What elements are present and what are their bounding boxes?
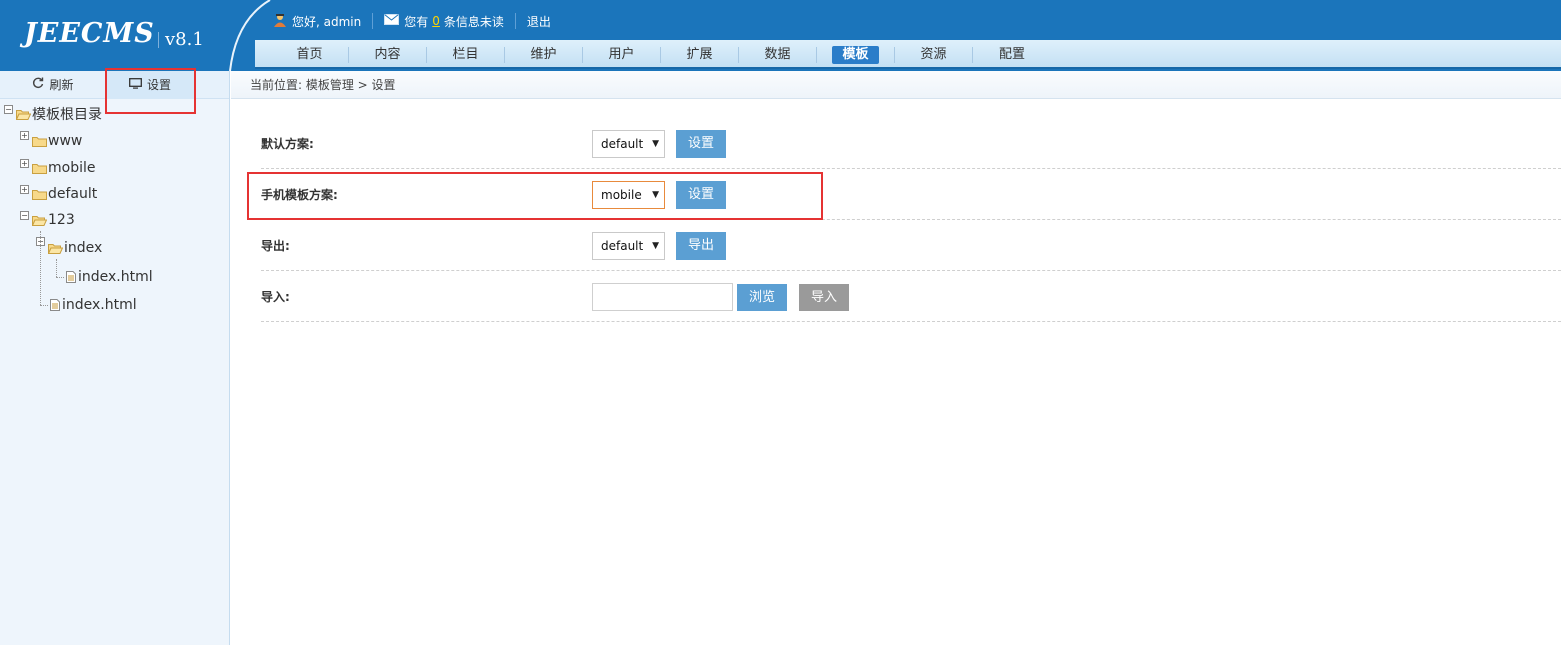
header: JEECMS v8.1 您好, admin 您有 0 条信息未读 退出 首页 内… — [0, 0, 1561, 71]
template-tree: − 模板根目录 + www + mobile + default − 123 −… — [0, 99, 229, 319]
import-label: 导入: — [261, 290, 290, 304]
nav-config[interactable]: 配置 — [973, 47, 1051, 63]
collapse-icon[interactable]: − — [20, 211, 29, 220]
tree-label: index — [64, 240, 103, 256]
nav-resource[interactable]: 资源 — [895, 46, 973, 63]
left-panel: 刷新 设置 − 模板根目录 + www + mobile + default −… — [0, 70, 230, 645]
greeting: 您好, admin — [262, 13, 374, 30]
nav-extend[interactable]: 扩展 — [661, 46, 739, 63]
tree-folder-default[interactable]: + default — [0, 181, 229, 207]
expand-icon[interactable]: + — [20, 159, 29, 168]
version-label: v8.1 — [165, 29, 204, 50]
tree-label: 模板根目录 — [32, 107, 102, 123]
expand-icon[interactable]: + — [20, 131, 29, 140]
logo-separator — [158, 32, 159, 48]
breadcrumb: 当前位置: 模板管理 > 设置 — [231, 71, 1561, 99]
nav-data[interactable]: 数据 — [739, 46, 817, 63]
refresh-button[interactable]: 刷新 — [0, 71, 106, 99]
browse-button[interactable]: 浏览 — [737, 284, 788, 311]
row-default-scheme: 默认方案: default ▼ 设置 — [261, 118, 1561, 169]
tree-folder-123[interactable]: − 123 — [0, 207, 229, 233]
messages-suffix: 条信息未读 — [443, 14, 504, 29]
tree-folder-www[interactable]: + www — [0, 127, 229, 155]
nav-template[interactable]: 模板 — [817, 45, 895, 64]
unread-count-link[interactable]: 0 — [432, 14, 440, 28]
tree-label: mobile — [48, 160, 96, 176]
refresh-label: 刷新 — [49, 78, 74, 92]
top-user-bar: 您好, admin 您有 0 条信息未读 退出 — [262, 6, 562, 36]
tree-connector — [40, 231, 41, 305]
highlight-box — [247, 172, 823, 220]
export-select[interactable]: default ▼ — [592, 232, 665, 260]
greeting-text: 您好, admin — [292, 14, 362, 29]
nav-home[interactable]: 首页 — [271, 46, 349, 63]
user-icon — [273, 13, 287, 30]
template-settings-form: 默认方案: default ▼ 设置 手机模板方案: mobile ▼ 设置 导… — [261, 118, 1561, 322]
folder-open-icon — [16, 109, 31, 120]
tree-connector — [40, 305, 48, 306]
default-scheme-select[interactable]: default ▼ — [592, 130, 665, 158]
row-export: 导出: default ▼ 导出 — [261, 220, 1561, 271]
tree-connector — [56, 277, 64, 278]
folder-open-icon — [48, 243, 63, 254]
highlight-box — [105, 68, 196, 114]
export-button[interactable]: 导出 — [676, 232, 727, 260]
dropdown-arrow-icon: ▼ — [652, 241, 659, 251]
default-scheme-set-button[interactable]: 设置 — [676, 130, 727, 158]
logout-link[interactable]: 退出 — [516, 13, 562, 29]
messages[interactable]: 您有 0 条信息未读 — [373, 13, 516, 29]
file-icon — [50, 299, 60, 311]
export-label: 导出: — [261, 239, 290, 253]
folder-open-icon — [32, 215, 47, 226]
logo: JEECMS v8.1 — [0, 0, 230, 71]
folder-icon — [32, 163, 47, 174]
tree-label: default — [48, 186, 98, 202]
nav-maintain[interactable]: 维护 — [505, 46, 583, 63]
expand-icon[interactable]: + — [20, 185, 29, 194]
logo-text: JEECMS — [24, 18, 155, 49]
messages-prefix: 您有 — [404, 14, 429, 29]
tree-folder-mobile[interactable]: + mobile — [0, 155, 229, 181]
tree-label: www — [48, 133, 83, 149]
import-file-input[interactable] — [592, 283, 733, 311]
folder-icon — [32, 136, 47, 147]
default-scheme-label: 默认方案: — [261, 137, 314, 151]
nav-content[interactable]: 内容 — [349, 46, 427, 63]
nav-users[interactable]: 用户 — [583, 46, 661, 63]
tree-label: index.html — [78, 269, 153, 285]
row-import: 导入: 浏览 导入 — [261, 271, 1561, 322]
import-button[interactable]: 导入 — [799, 284, 850, 311]
refresh-icon — [32, 77, 44, 92]
collapse-icon[interactable]: − — [4, 105, 13, 114]
dropdown-arrow-icon: ▼ — [652, 139, 659, 149]
tree-label: 123 — [48, 212, 75, 228]
nav-channel[interactable]: 栏目 — [427, 46, 505, 63]
tree-folder-index[interactable]: − index — [0, 233, 229, 263]
mail-icon — [384, 14, 400, 28]
tree-file-index-html[interactable]: index.html — [0, 231, 229, 319]
main-nav: 首页 内容 栏目 维护 用户 扩展 数据 模板 资源 配置 — [255, 40, 1561, 69]
file-icon — [66, 271, 76, 283]
folder-icon — [32, 189, 47, 200]
tree-label: index.html — [62, 297, 137, 313]
tree-connector — [56, 259, 57, 277]
tree-file-index-html[interactable]: index.html — [0, 259, 229, 291]
